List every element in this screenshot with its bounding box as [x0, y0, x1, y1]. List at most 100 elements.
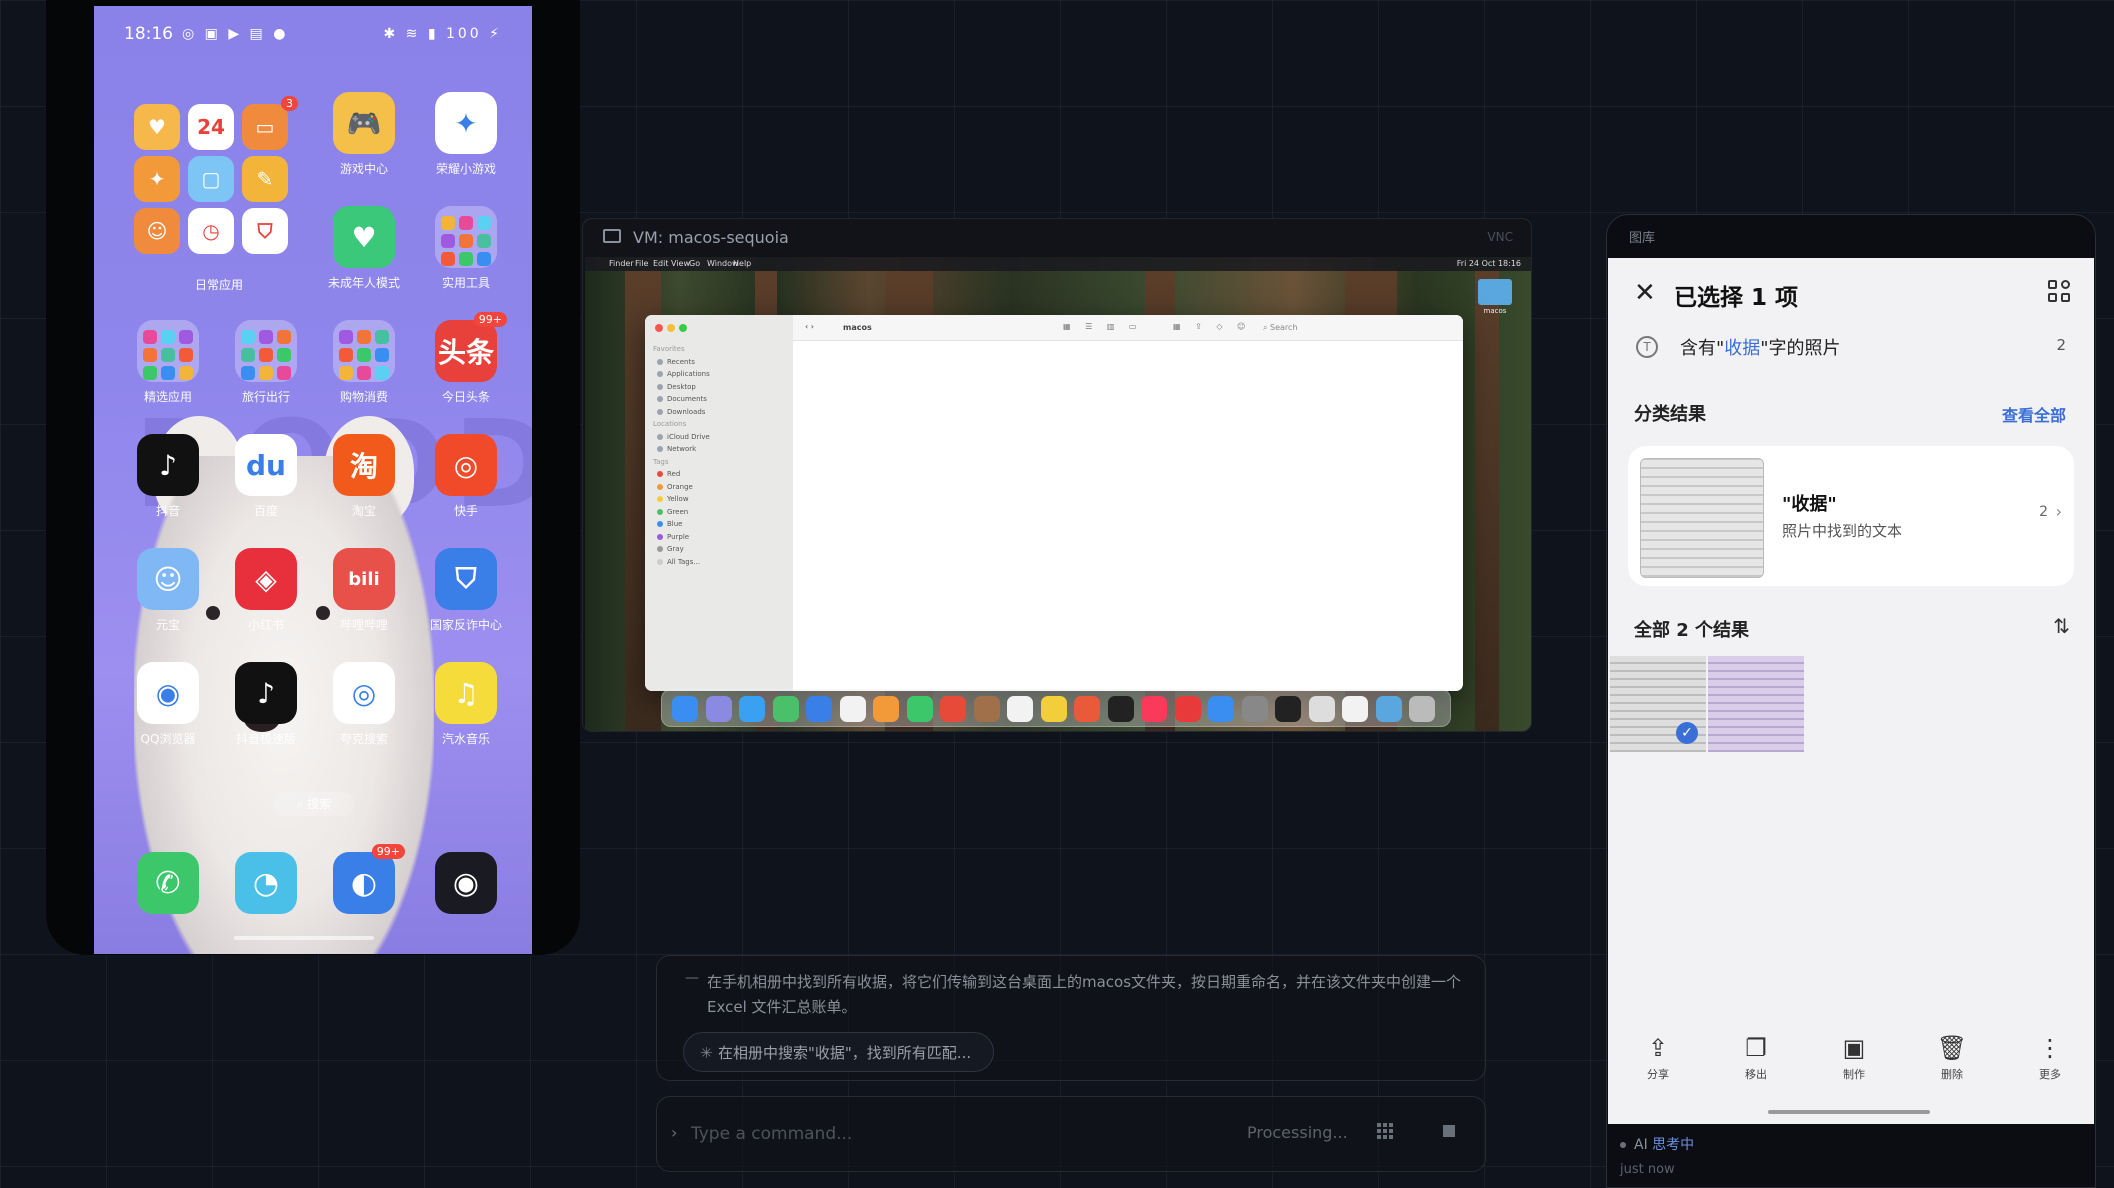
sort-icon[interactable]: ⇅ — [2053, 614, 2070, 638]
dock-app-icon[interactable] — [1007, 696, 1033, 722]
dock-app-icon[interactable] — [672, 696, 698, 722]
mini-calendar-app[interactable]: 24 — [188, 104, 234, 150]
douyin-app[interactable]: ♪ 抖音 — [128, 434, 208, 538]
mini-heart-app[interactable]: ♥ — [134, 104, 180, 150]
dock-app-icon[interactable] — [1141, 696, 1167, 722]
menubar-item[interactable]: Go — [689, 259, 700, 268]
sidebar-item[interactable]: Recents — [657, 358, 695, 366]
travel-folder[interactable]: 旅行出行 — [226, 320, 306, 424]
camera-app[interactable]: ◉ — [426, 852, 506, 954]
close-window-button[interactable] — [655, 324, 663, 332]
dock-app-icon[interactable] — [940, 696, 966, 722]
macos-desktop[interactable]: Finder File Edit View Go Window Help Fri 24 Oc… — [585, 257, 1531, 731]
mini-wallet-app[interactable]: ▭ 3 — [242, 96, 298, 150]
sidebar-item[interactable]: Applications — [657, 370, 710, 378]
select-all-icon[interactable] — [2048, 280, 2072, 304]
dock-app-icon[interactable] — [739, 696, 765, 722]
sidebar-item[interactable]: Downloads — [657, 408, 705, 416]
dock-app-icon[interactable] — [973, 696, 1000, 722]
dock-app-icon[interactable] — [705, 696, 732, 722]
recommend-folder[interactable]: 精选应用 — [128, 320, 208, 424]
dock-app-icon[interactable] — [806, 696, 832, 722]
dock-app-icon[interactable] — [1174, 696, 1201, 722]
home-search-button[interactable]: ⌕ 搜索 — [274, 792, 354, 816]
yuanbao-app[interactable]: ☺ 元宝 — [128, 548, 208, 652]
minimize-window-button[interactable] — [667, 324, 675, 332]
search-app[interactable]: ◎ 夸克搜索 — [324, 662, 404, 766]
music-app[interactable]: ♫ 汽水音乐 — [426, 662, 506, 766]
finder-search-field[interactable]: ⌕ Search — [1263, 323, 1298, 333]
dock-app-icon[interactable] — [1241, 696, 1268, 722]
bilibili-app[interactable]: bili 哔哩哔哩 — [324, 548, 404, 652]
qq-browser-app[interactable]: ◉ QQ浏览器 — [128, 662, 208, 766]
dock-app-icon[interactable] — [1342, 696, 1368, 722]
menubar-item[interactable]: Help — [733, 259, 751, 268]
mini-clock-app[interactable]: ◷ — [188, 208, 234, 254]
mini-taobao-cat-app[interactable]: ☺ — [134, 208, 180, 254]
toolbar-action-icons[interactable]: ▦ ⇪ ◇ ☺ — [1173, 322, 1251, 331]
mini-pin-app[interactable]: ✦ — [134, 156, 180, 202]
home-indicator[interactable] — [234, 936, 374, 940]
back-forward-icon[interactable]: ‹ › — [805, 322, 814, 331]
mini-screen-app[interactable]: ▢ — [188, 156, 234, 202]
menubar-item[interactable]: Edit — [653, 259, 669, 268]
taobao-app[interactable]: 淘淘宝 — [324, 434, 404, 538]
tools-folder[interactable]: 实用工具 — [426, 206, 506, 310]
dock-app-icon[interactable] — [839, 696, 866, 722]
receipt-category-card[interactable]: "收据" 照片中找到的文本 2 › — [1628, 446, 2074, 586]
view-all-link[interactable]: 查看全部 — [2002, 402, 2066, 426]
sidebar-item[interactable]: Red — [657, 470, 680, 478]
stop-icon[interactable] — [1443, 1125, 1455, 1137]
sidebar-item[interactable]: Network — [657, 445, 696, 453]
photo-thumbnail-selected[interactable]: ✓ — [1610, 656, 1706, 752]
command-input[interactable] — [691, 1119, 1191, 1149]
apps-grid-icon[interactable] — [1377, 1123, 1393, 1139]
dock-app-icon[interactable] — [906, 696, 933, 722]
more-action[interactable]: ⋮ 更多 — [2020, 1034, 2080, 1082]
kuaishou-app[interactable]: ◎ 快手 — [426, 434, 506, 538]
sidebar-item[interactable]: Green — [657, 508, 688, 516]
dock-app-icon[interactable] — [1275, 696, 1301, 722]
desktop-folder-icon[interactable] — [1478, 279, 1512, 305]
sidebar-item[interactable]: Purple — [657, 533, 689, 541]
home-indicator[interactable] — [1768, 1110, 1930, 1114]
photo-thumbnail[interactable] — [1708, 656, 1804, 752]
menubar-item[interactable]: Finder — [609, 259, 634, 268]
game-center-app[interactable]: 🎮 游戏中心 — [324, 92, 404, 196]
sidebar-item[interactable]: Blue — [657, 520, 683, 528]
sidebar-item[interactable]: Gray — [657, 545, 684, 553]
close-icon[interactable]: ✕ — [1634, 278, 1656, 308]
mini-games-app[interactable]: ✦ 荣耀小游戏 — [426, 92, 506, 196]
sidebar-item[interactable]: Documents — [657, 395, 707, 403]
sidebar-item[interactable]: Yellow — [657, 495, 689, 503]
shopping-folder[interactable]: 购物消费 — [324, 320, 404, 424]
dock-app-icon[interactable] — [772, 696, 799, 722]
dock-app-icon[interactable] — [1409, 696, 1435, 722]
baidu-app[interactable]: du 百度 — [226, 434, 306, 538]
copy-action[interactable]: ❐ 移出 — [1726, 1034, 1786, 1082]
create-action[interactable]: ▣ 制作 — [1824, 1034, 1884, 1082]
search-query-row[interactable]: T 含有"收据"字的照片 2 — [1608, 334, 2094, 374]
dock-app-icon[interactable] — [1308, 696, 1335, 722]
zoom-window-button[interactable] — [679, 324, 687, 332]
menubar-item[interactable]: View — [671, 259, 690, 268]
mini-pen-app[interactable]: ✎ — [242, 156, 288, 202]
teen-mode-app[interactable]: ♥ 未成年人模式 — [324, 206, 404, 310]
view-mode-icons[interactable]: ▦ ☰ ▥ ▭ — [1063, 322, 1142, 331]
phone-app[interactable]: ✆ — [128, 852, 208, 954]
sidebar-item[interactable]: All Tags... — [657, 558, 700, 566]
xiaohongshu-app[interactable]: ◈ 小红书 — [226, 548, 306, 652]
dock-app-icon[interactable] — [873, 696, 899, 722]
menubar-item[interactable]: File — [635, 259, 648, 268]
delete-action[interactable]: 🗑 删除 — [1922, 1034, 1982, 1082]
sidebar-item[interactable]: Orange — [657, 483, 693, 491]
sidebar-item[interactable]: iCloud Drive — [657, 433, 710, 441]
mini-shield-app[interactable]: ⛉ — [242, 208, 288, 254]
toutiao-app[interactable]: 头条 99+ 今日头条 — [426, 312, 507, 424]
dock-app-icon[interactable] — [1040, 696, 1067, 722]
sidebar-item[interactable]: Desktop — [657, 383, 696, 391]
anti-fraud-app[interactable]: ⛉ 国家反诈中心 — [426, 548, 506, 652]
dock-app-icon[interactable] — [1074, 696, 1100, 722]
dock-app-icon[interactable] — [1375, 696, 1402, 722]
dock-app-icon[interactable] — [1208, 696, 1234, 722]
